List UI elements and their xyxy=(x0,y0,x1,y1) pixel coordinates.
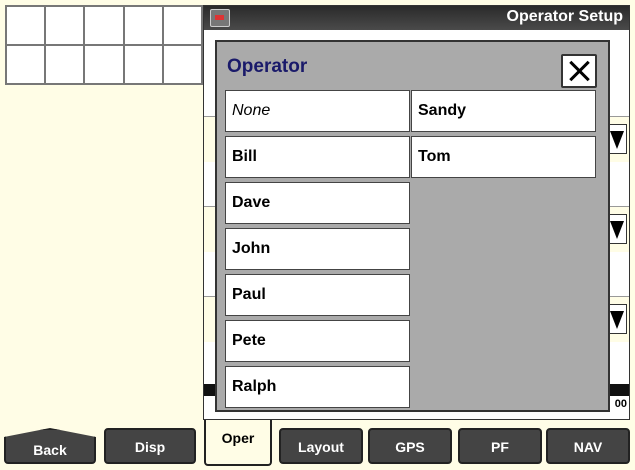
operator-option[interactable]: Dave xyxy=(225,182,410,224)
left-grid xyxy=(5,5,203,85)
tab-disp[interactable]: Disp xyxy=(104,428,196,464)
operator-option[interactable]: Sandy xyxy=(411,90,596,132)
operator-option[interactable]: Ralph xyxy=(225,366,410,408)
tab-oper[interactable]: Oper xyxy=(204,420,272,466)
bottom-tab-bar: Back Disp Oper Layout GPS PF NAV xyxy=(0,420,635,470)
dialog-title: Operator xyxy=(227,56,308,77)
dropdown-arrow-icon[interactable] xyxy=(607,304,627,334)
grid-cell xyxy=(45,45,85,84)
operator-dialog: Operator None Bill Dave John Paul Pete R… xyxy=(215,40,610,412)
grid-cell xyxy=(162,6,202,45)
value-fragment: 00 xyxy=(614,398,627,410)
operator-option[interactable]: John xyxy=(225,228,410,270)
grid-cell xyxy=(84,6,124,45)
operator-option[interactable]: Paul xyxy=(225,274,410,316)
tab-layout[interactable]: Layout xyxy=(279,428,363,464)
dropdown-arrow-icon[interactable] xyxy=(607,124,627,154)
left-pane xyxy=(5,85,203,420)
grid-cell xyxy=(84,45,124,84)
grid-cell xyxy=(6,6,46,45)
grid-cell xyxy=(45,6,85,45)
dropdown-arrow-icon[interactable] xyxy=(607,214,627,244)
screen-icon xyxy=(210,9,230,27)
tab-nav[interactable]: NAV xyxy=(546,428,630,464)
operator-option[interactable]: Bill xyxy=(225,136,410,178)
tab-pf[interactable]: PF xyxy=(458,428,542,464)
operator-option-none[interactable]: None xyxy=(225,90,410,132)
title-bar: Operator Setup xyxy=(204,6,629,30)
tab-gps[interactable]: GPS xyxy=(368,428,452,464)
grid-cell xyxy=(123,6,163,45)
grid-cell xyxy=(6,45,46,84)
back-button[interactable]: Back xyxy=(4,428,96,464)
grid-cell xyxy=(123,45,163,84)
close-button[interactable] xyxy=(561,54,597,88)
operator-option[interactable]: Pete xyxy=(225,320,410,362)
grid-cell xyxy=(162,45,202,84)
operator-option[interactable]: Tom xyxy=(411,136,596,178)
window-title: Operator Setup xyxy=(506,8,623,25)
